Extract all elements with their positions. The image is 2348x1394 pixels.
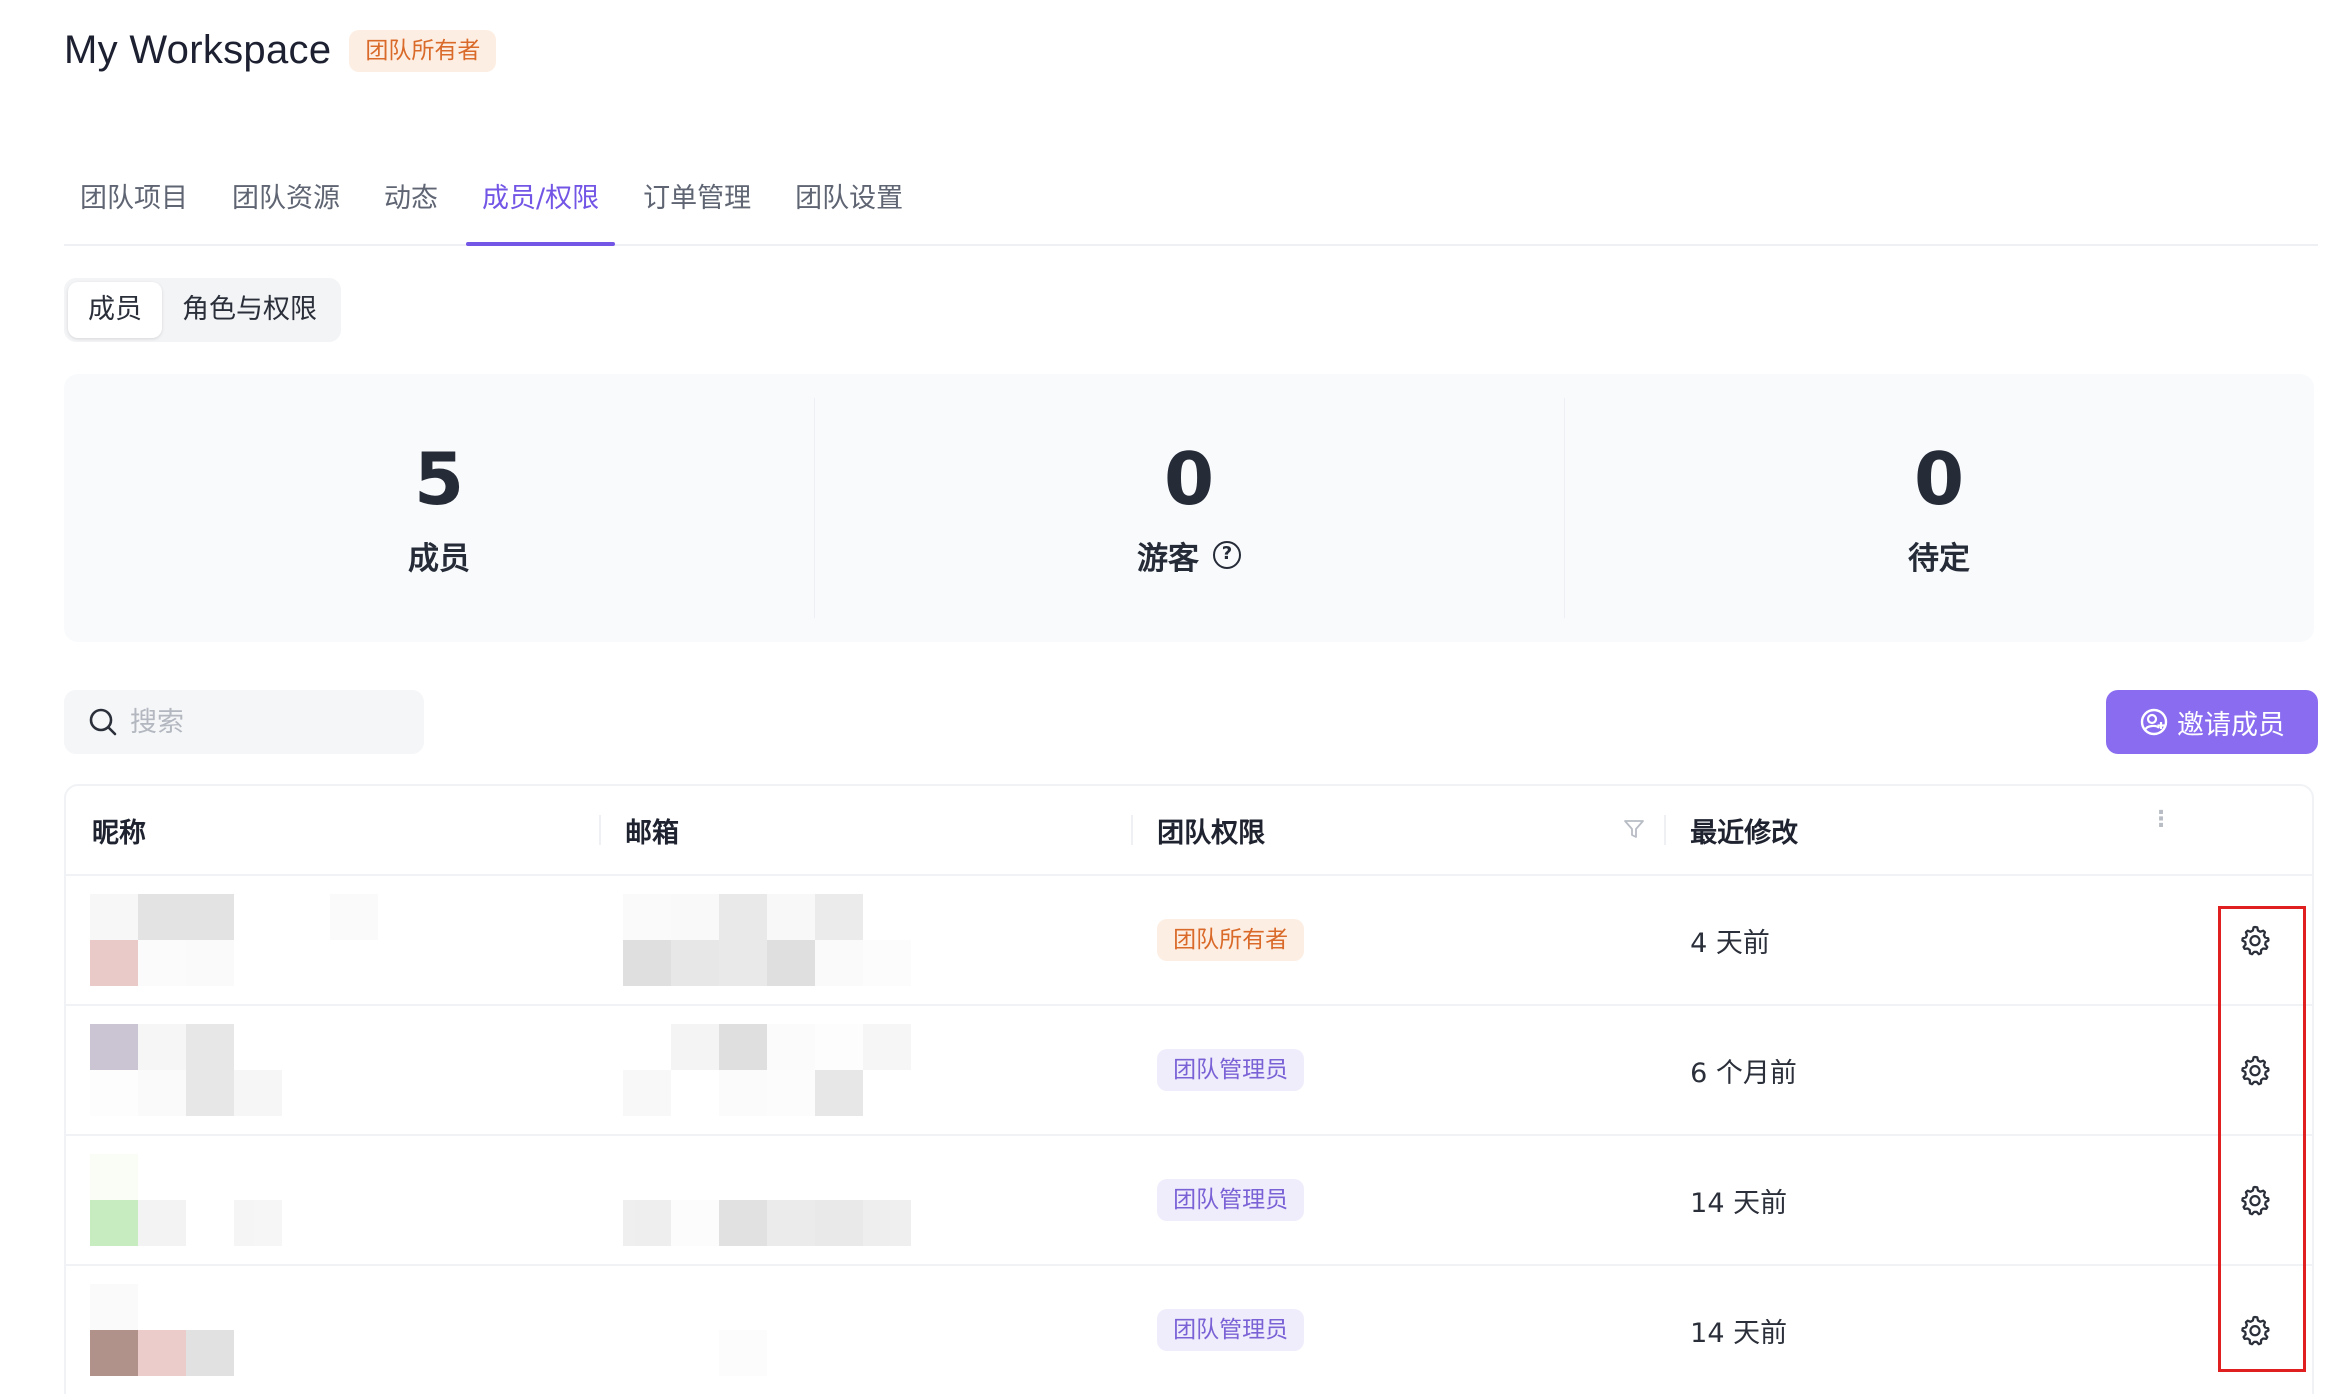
email-cell — [599, 1005, 1131, 1135]
role-badge-admin: 团队管理员 — [1157, 1309, 1305, 1351]
stat-pending-label: 待定 — [1908, 540, 1970, 577]
column-header-email[interactable]: 邮箱 — [599, 786, 1131, 875]
role-badge: 团队所有者 — [349, 29, 497, 72]
search-icon — [89, 708, 117, 736]
segment-roles-permissions[interactable]: 角色与权限 — [162, 282, 337, 338]
members-roles-switch: 成员 角色与权限 — [64, 278, 341, 342]
email-cell — [599, 1135, 1131, 1265]
column-header-team-permission[interactable]: 团队权限 — [1131, 786, 1664, 875]
tab-activity[interactable]: 动态 — [368, 168, 454, 244]
blurred-email — [623, 894, 912, 986]
stat-members-label: 成员 — [408, 540, 470, 577]
search-input[interactable] — [130, 706, 390, 738]
member-stats-panel: 5 成员 0 游客 ? 0 待定 — [64, 374, 2314, 642]
table-row: 团队管理员 6 个月前 — [66, 1006, 2312, 1136]
blurred-avatar-nickname — [90, 894, 378, 986]
invite-member-label: 邀请成员 — [2177, 709, 2285, 741]
tab-team-settings[interactable]: 团队设置 — [779, 168, 919, 244]
members-table: 昵称 邮箱 团队权限 最近修改 ⋮ 团队所有者 4 天前 团队管理员 6 个月前… — [64, 784, 2314, 1394]
stat-pending: 0 待定 — [1564, 374, 2314, 642]
role-badge-admin: 团队管理员 — [1157, 1179, 1305, 1221]
question-circle-icon[interactable]: ? — [1213, 541, 1241, 569]
role-cell: 团队管理员 — [1131, 1265, 1664, 1394]
workspace-header: My Workspace 团队所有者 — [64, 28, 497, 73]
nickname-cell — [66, 1265, 599, 1394]
stat-members: 5 成员 — [64, 374, 814, 642]
blurred-email — [623, 1284, 911, 1376]
blurred-avatar-nickname — [90, 1154, 378, 1246]
role-cell: 团队管理员 — [1131, 1135, 1664, 1265]
tab-members-permissions[interactable]: 成员/权限 — [466, 168, 616, 246]
last-modified-cell: 14 天前 — [1690, 1317, 1788, 1349]
role-badge-owner: 团队所有者 — [1157, 919, 1305, 961]
user-add-icon — [2140, 708, 2168, 736]
stat-members-value: 5 — [413, 436, 465, 521]
blurred-avatar-nickname — [90, 1024, 378, 1116]
last-modified-cell: 4 天前 — [1690, 927, 1770, 959]
nickname-cell — [66, 1005, 599, 1135]
segment-members[interactable]: 成员 — [68, 282, 162, 338]
stat-guests: 0 游客 ? — [814, 374, 1564, 642]
stat-guests-value: 0 — [1163, 436, 1215, 521]
stat-guests-label: 游客 — [1137, 540, 1199, 577]
last-modified-cell: 6 个月前 — [1690, 1057, 1797, 1089]
table-row: 团队管理员 14 天前 — [66, 1266, 2312, 1394]
table-row: 团队管理员 14 天前 — [66, 1136, 2312, 1266]
tab-team-resources[interactable]: 团队资源 — [216, 168, 356, 244]
main-tabs: 团队项目 团队资源 动态 成员/权限 订单管理 团队设置 — [64, 168, 2318, 246]
nickname-cell — [66, 1135, 599, 1265]
tab-order-management[interactable]: 订单管理 — [627, 168, 767, 244]
workspace-title: My Workspace — [64, 28, 332, 72]
column-header-last-modified[interactable]: 最近修改 ⋮ — [1664, 786, 2312, 875]
highlight-box — [2218, 906, 2306, 1372]
tab-team-projects[interactable]: 团队项目 — [64, 168, 204, 244]
role-cell: 团队所有者 — [1131, 875, 1664, 1005]
search-box[interactable] — [64, 690, 424, 754]
stat-pending-value: 0 — [1913, 436, 1965, 521]
table-header: 昵称 邮箱 团队权限 最近修改 ⋮ — [66, 786, 2312, 876]
column-resize-handle-icon[interactable]: ⋮ — [2150, 809, 2172, 831]
role-badge-admin: 团队管理员 — [1157, 1049, 1305, 1091]
table-row: 团队所有者 4 天前 — [66, 876, 2312, 1006]
invite-member-button[interactable]: 邀请成员 — [2106, 690, 2318, 754]
blurred-email — [623, 1024, 912, 1116]
blurred-email — [623, 1154, 912, 1246]
blurred-avatar-nickname — [90, 1284, 378, 1376]
email-cell — [599, 1265, 1131, 1394]
email-cell — [599, 875, 1131, 1005]
nickname-cell — [66, 875, 599, 1005]
filter-icon[interactable] — [1622, 817, 1646, 841]
role-cell: 团队管理员 — [1131, 1005, 1664, 1135]
last-modified-cell: 14 天前 — [1690, 1187, 1788, 1219]
column-header-nickname[interactable]: 昵称 — [66, 786, 599, 875]
